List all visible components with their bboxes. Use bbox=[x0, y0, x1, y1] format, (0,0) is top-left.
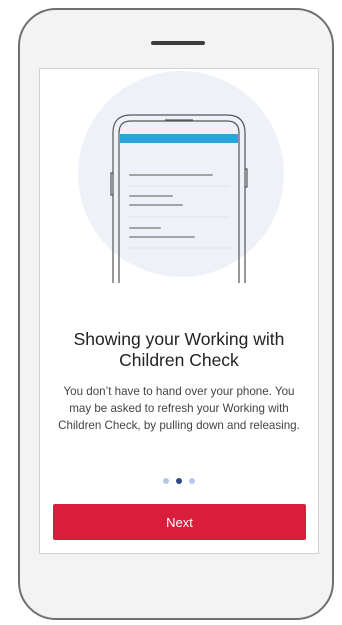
app-header-bar bbox=[120, 134, 238, 143]
page-indicator bbox=[40, 478, 318, 484]
page-dot-3[interactable] bbox=[189, 478, 195, 484]
page-dot-2-active[interactable] bbox=[176, 478, 182, 484]
phone-frame: Showing your Working with Children Check… bbox=[18, 8, 334, 620]
onboarding-description: You don’t have to hand over your phone. … bbox=[58, 385, 300, 432]
phone-refresh-illustration bbox=[110, 114, 248, 283]
onboarding-title: Showing your Working with Children Check bbox=[73, 329, 285, 370]
speaker-grille bbox=[151, 41, 205, 45]
next-button[interactable]: Next bbox=[53, 504, 306, 540]
page-dot-1[interactable] bbox=[163, 478, 169, 484]
app-screen: Showing your Working with Children Check… bbox=[39, 68, 319, 554]
